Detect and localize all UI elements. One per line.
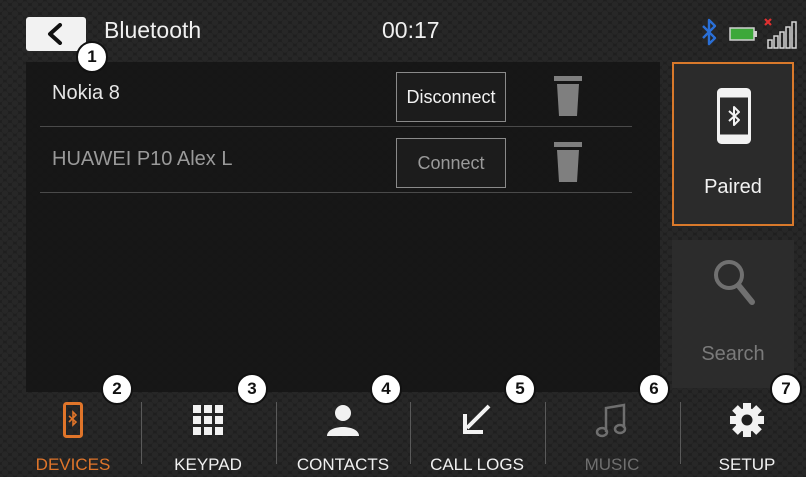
gear-icon	[730, 403, 764, 437]
connect-button[interactable]: Connect	[396, 138, 506, 188]
paired-button[interactable]: Paired	[672, 62, 794, 226]
paired-label: Paired	[704, 176, 762, 198]
nav-call-logs[interactable]: CALL LOGS	[410, 392, 544, 477]
search-label: Search	[701, 343, 765, 365]
callout-marker: 4	[370, 373, 402, 405]
callout-marker: 7	[770, 373, 802, 405]
nav-label: DEVICES	[35, 455, 111, 474]
chevron-left-icon	[48, 23, 62, 45]
search-icon	[714, 260, 755, 305]
nav-label: KEYPAD	[174, 455, 242, 474]
nav-devices[interactable]: DEVICES	[6, 392, 140, 477]
callout-marker: 2	[101, 373, 133, 405]
device-row[interactable]: Nokia 8 Disconnect	[40, 62, 632, 127]
status-icons	[702, 18, 797, 49]
phone-bluetooth-icon	[63, 402, 83, 438]
keypad-icon	[193, 405, 223, 435]
back-button[interactable]	[26, 17, 86, 51]
nav-contacts[interactable]: CONTACTS	[276, 392, 410, 477]
trash-icon[interactable]	[554, 142, 582, 182]
phone-bluetooth-icon	[717, 88, 751, 144]
device-name: HUAWEI P10 Alex L	[52, 148, 233, 170]
trash-icon[interactable]	[554, 76, 582, 116]
device-row[interactable]: HUAWEI P10 Alex L Connect	[40, 128, 632, 193]
clock: 00:17	[382, 17, 440, 43]
callout-marker: 3	[236, 373, 268, 405]
nav-keypad[interactable]: KEYPAD	[141, 392, 275, 477]
nav-label: SETUP	[718, 455, 776, 474]
nav-music[interactable]: MUSIC	[545, 392, 679, 477]
contacts-icon	[327, 405, 359, 436]
device-list: Nokia 8 Disconnect HUAWEI P10 Alex L Con…	[26, 62, 660, 392]
bottom-nav: DEVICES KEYPAD CONTACTS CALL LOGS MUSIC …	[0, 392, 806, 477]
signal-strength-icon	[764, 18, 797, 49]
nav-label: MUSIC	[584, 455, 640, 474]
nav-label: CONTACTS	[296, 455, 390, 474]
disconnect-button[interactable]: Disconnect	[396, 72, 506, 122]
device-name: Nokia 8	[52, 82, 120, 104]
music-icon	[595, 403, 627, 438]
callout-marker: 6	[638, 373, 670, 405]
page-title: Bluetooth	[104, 17, 202, 43]
callout-marker: 5	[504, 373, 536, 405]
bluetooth-icon	[702, 18, 717, 46]
callout-marker: 1	[76, 41, 108, 73]
nav-label: CALL LOGS	[430, 455, 524, 474]
call-logs-icon	[463, 404, 491, 434]
battery-icon	[729, 27, 757, 41]
search-button[interactable]: Search	[672, 240, 794, 388]
